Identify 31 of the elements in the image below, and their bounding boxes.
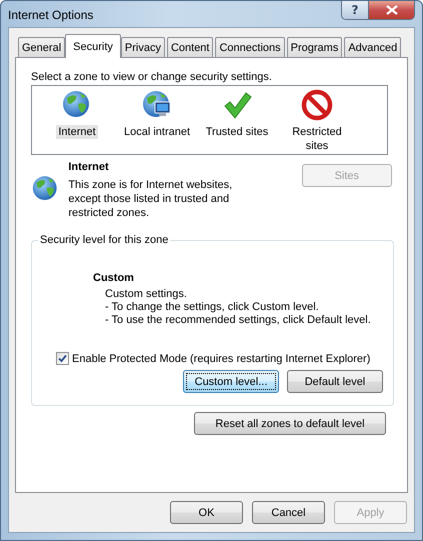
- zone-title: Internet: [68, 161, 110, 173]
- default-level-button[interactable]: Default level: [287, 370, 383, 393]
- group-legend: Security level for this zone: [38, 234, 170, 246]
- tab[interactable]: Connections: [215, 37, 285, 57]
- dialog-button[interactable]: Cancel: [252, 501, 325, 524]
- level-description: - To use the recommended settings, click Default level.: [105, 314, 372, 327]
- dialog-button[interactable]: OK: [170, 501, 243, 524]
- tab[interactable]: Security: [65, 34, 121, 58]
- window-title: Internet Options: [8, 8, 94, 22]
- level-description: Custom settings.: [105, 288, 188, 301]
- checkbox-label[interactable]: Enable Protected Mode (requires restarting Internet Explorer): [72, 352, 370, 364]
- zone-item[interactable]: Restricted sites: [278, 125, 356, 153]
- reset-button[interactable]: Reset all zones to default level: [194, 412, 386, 435]
- no-entry-icon: [301, 89, 333, 121]
- help-button[interactable]: ?: [342, 1, 368, 19]
- zone-item[interactable]: Local intranet: [122, 125, 192, 139]
- tab[interactable]: General: [18, 37, 66, 57]
- close-icon: [386, 5, 398, 15]
- checkbox[interactable]: [56, 352, 69, 365]
- tab[interactable]: Advanced: [344, 37, 402, 57]
- close-button[interactable]: [368, 1, 414, 19]
- level-name: Custom: [93, 272, 135, 284]
- tab[interactable]: Programs: [286, 37, 342, 57]
- instruction-text: Select a zone to view or change security settings.: [31, 71, 273, 83]
- zone-item[interactable]: Internet: [56, 125, 98, 139]
- level-description: - To change the settings, click Custom level.: [105, 301, 320, 314]
- tab[interactable]: Content: [166, 37, 214, 57]
- zone-item[interactable]: Trusted sites: [204, 125, 270, 139]
- zone-description: This zone is for Internet websites, except those listed in trusted and restricted zones.: [68, 178, 234, 220]
- tab[interactable]: Privacy: [120, 37, 165, 57]
- custom-level-button[interactable]: Custom level...: [183, 370, 279, 393]
